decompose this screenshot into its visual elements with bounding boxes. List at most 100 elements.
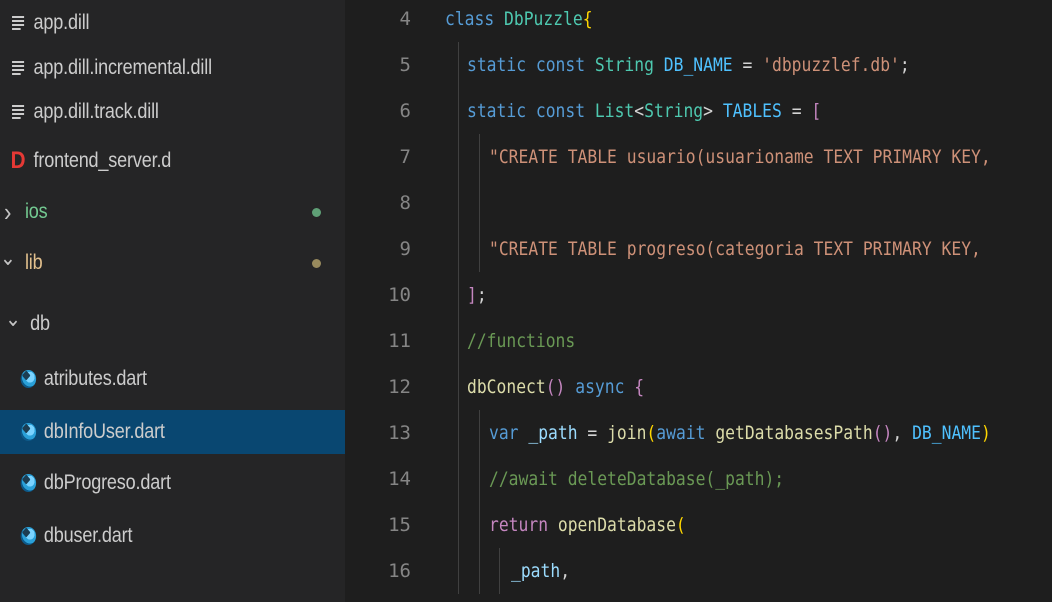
code-text: "CREATE TABLE usuario(usuarioname TEXT P… [489,146,1001,168]
code-line[interactable]: 10]; [345,272,1052,318]
code-token: ) [980,422,991,444]
code-token: ; [476,284,487,306]
tree-item-label: dbInfoUser.dart [43,420,165,443]
vscode-window: app.dill app.dill.incremental.dill app.dil… [0,0,1052,602]
code-line[interactable]: 13 var _path = join(await getDatabasesPat… [345,410,1052,456]
git-status-dot-icon [312,208,321,217]
tree-item-label: app.dill.track.dill [33,100,159,123]
line-number: 14 [388,468,411,490]
d-file-icon: D [10,147,26,174]
indent-guide [458,42,459,88]
code-token: class [445,8,505,30]
code-token: _path [511,560,561,582]
code-token: dbConect [467,376,546,398]
code-line[interactable]: 15 return openDatabase( [345,502,1052,548]
code-line[interactable]: 12 dbConect() async { [345,364,1052,410]
code-text: //functions [467,330,575,352]
code-token: async [575,376,625,398]
code-text: "CREATE TABLE progreso(categoria TEXT PR… [489,238,991,260]
line-number: 5 [399,54,411,76]
line-number: 16 [388,560,411,582]
code-token: var [489,422,529,444]
code-token: openDatabase [557,514,676,536]
code-line[interactable]: 6 static const List<String> TABLES = [ [345,88,1052,134]
code-line[interactable]: 7 "CREATE TABLE usuario(usuarioname TEXT … [345,134,1052,180]
dart-file-icon [19,423,38,441]
tree-item-label: atributes.dart [43,367,147,390]
file-dbprogreso-dart[interactable]: dbProgreso.dart [0,461,316,505]
line-number: 15 [388,514,411,536]
indent-guide [499,548,500,594]
line-number: 8 [399,192,411,214]
indent-guide [458,180,459,226]
chevron-right-icon: › [4,196,12,227]
file-dbinfouser-dart[interactable]: dbInfoUser.dart [0,410,345,454]
code-text: static const List<String> TABLES = [ [467,100,821,122]
code-token: TABLES [722,100,782,122]
code-text: _path, [511,560,570,582]
code-text: var _path = join(await getDatabasesPath(… [489,422,991,444]
file-dbuser-dart[interactable]: dbuser.dart [0,514,316,558]
indent-guide [479,548,480,594]
tree-item-label: lib [24,251,43,274]
file-app-dill[interactable]: app.dill [0,1,305,45]
indent-guide [458,134,459,180]
tree-item-label: app.dill [33,11,90,34]
file-app-dill-track-dill[interactable]: app.dill.track.dill [0,90,305,134]
code-token: //await deleteDatabase(_path); [489,468,785,490]
line-number: 9 [399,238,411,260]
code-token: await [656,422,716,444]
folder-db[interactable]: ⌄ db [0,302,302,346]
code-token: [ [811,100,822,122]
code-token: "CREATE TABLE usuario(usuarioname TEXT P… [489,146,1001,168]
code-token: DbPuzzle [504,8,583,30]
indent-guide [479,180,480,226]
explorer-sidebar: app.dill app.dill.incremental.dill app.dil… [0,0,345,602]
code-line[interactable]: 4 class DbPuzzle{ [345,0,1052,42]
code-token: ] [467,284,477,306]
code-token: String [594,54,664,76]
code-token: = [577,422,608,444]
code-token: > [703,100,723,122]
file-app-dill-incremental-dill[interactable]: app.dill.incremental.dill [0,46,305,90]
code-line[interactable]: 5 static const String DB_NAME = 'dbpuzzle… [345,42,1052,88]
code-line[interactable]: 16 _path, [345,548,1052,594]
tree-item-label: app.dill.incremental.dill [33,56,213,79]
tree-item-label: frontend_server.d [33,149,172,172]
line-number: 10 [388,284,411,306]
code-line[interactable]: 8 [345,180,1052,226]
dill-file-icon [9,15,28,31]
code-token: join [607,422,647,444]
code-token: () [872,422,893,444]
code-line[interactable]: 14 //await deleteDatabase(_path); [345,456,1052,502]
dill-file-icon [9,60,28,76]
code-token: DB_NAME [912,422,981,444]
code-text: static const String DB_NAME = 'dbpuzzlef… [467,54,910,76]
dill-file-icon [9,104,28,120]
code-editor[interactable]: 4 class DbPuzzle {5 static const String DB_… [345,0,1052,602]
folder-ios[interactable]: › ios [0,190,297,234]
indent-guide [458,272,459,318]
code-line[interactable]: 11 //functions [345,318,1052,364]
chevron-down-icon: ⌄ [0,245,16,270]
code-token: ( [675,514,686,536]
indent-guide [458,364,459,410]
indent-guide [479,226,480,272]
indent-guide [479,410,480,456]
code-token: return [489,514,558,536]
code-token: , [560,560,571,582]
code-text: ]; [467,284,487,306]
indent-guide [458,410,459,456]
line-number: 4 [399,8,411,30]
code-token: < [634,100,645,122]
line-number: 12 [388,376,411,398]
code-token: _path [528,422,578,444]
file-frontend-server-d[interactable]: Dfrontend_server.d [0,139,305,183]
folder-lib[interactable]: ⌄ lib [0,241,297,285]
code-token: { [634,376,645,398]
dart-file-icon [19,474,38,492]
code-token: String [644,100,704,122]
code-line[interactable]: 9 "CREATE TABLE progreso(categoria TEXT P… [345,226,1052,272]
file-atributes-dart[interactable]: atributes.dart [0,357,316,401]
